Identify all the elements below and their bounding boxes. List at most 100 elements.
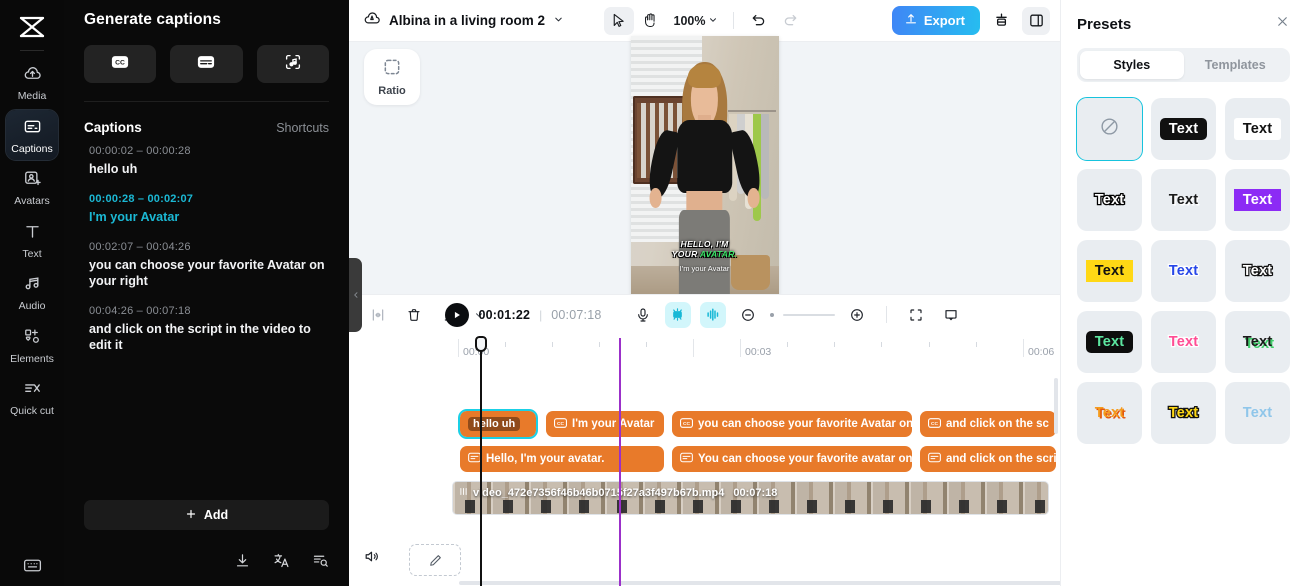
timeline-horizontal-scrollbar[interactable] xyxy=(459,581,1060,585)
play-button[interactable] xyxy=(445,302,470,327)
sidebar-item-quick-cut[interactable]: Quick cut xyxy=(6,372,58,423)
split-clip-button[interactable] xyxy=(365,302,391,328)
shortcuts-link[interactable]: Shortcuts xyxy=(276,121,329,135)
timeline-playhead[interactable] xyxy=(475,336,487,586)
list-item[interactable]: 00:04:26 – 00:07:18 and click on the scr… xyxy=(84,305,329,353)
preset-style-orange-gradient[interactable]: Text xyxy=(1077,382,1142,444)
caption-text[interactable]: and click on the script in the video to … xyxy=(89,321,329,353)
timeline-script-clip[interactable]: Hello, I'm your avatar. xyxy=(460,446,664,472)
preset-style-purple-box[interactable]: Text xyxy=(1225,169,1290,231)
preview-mode-button[interactable] xyxy=(938,302,964,328)
timeline-caption-clip[interactable]: CC I'm your Avatar xyxy=(546,411,664,437)
sidebar-item-elements[interactable]: Elements xyxy=(6,320,58,371)
list-item[interactable]: 00:02:07 – 00:04:26 you can choose your … xyxy=(84,241,329,289)
caption-text[interactable]: I'm your Avatar xyxy=(89,209,329,225)
toolbar-divider xyxy=(885,306,887,323)
speaker-icon[interactable] xyxy=(363,548,380,570)
undo-button[interactable] xyxy=(743,7,773,35)
list-item[interactable]: 00:00:02 – 00:00:28 hello uh xyxy=(84,145,329,177)
presets-tabs: Styles Templates xyxy=(1077,48,1290,82)
preset-style-green-on-black[interactable]: Text xyxy=(1077,311,1142,373)
timeline-vertical-scrollbar[interactable] xyxy=(1054,378,1058,434)
zoom-level-selector[interactable]: 100% xyxy=(668,14,725,28)
presets-panel: Presets Styles Templates Text Text Text … xyxy=(1060,0,1306,586)
timeline-caption-clip[interactable]: CC you can choose your favorite Avatar o… xyxy=(672,411,912,437)
preview-hair-front xyxy=(687,64,722,89)
subtitle-lines-icon xyxy=(197,55,215,74)
select-tool[interactable] xyxy=(603,6,634,35)
preset-style-black-box[interactable]: Text xyxy=(1151,98,1216,160)
timeline-video-clip[interactable]: video_472e7356f46b46b0715f27a3f497b67b.m… xyxy=(452,481,1049,515)
zoom-out-button[interactable] xyxy=(735,302,761,328)
export-button[interactable]: Export xyxy=(891,6,980,35)
tab-templates[interactable]: Templates xyxy=(1184,51,1288,79)
zoom-in-button[interactable] xyxy=(844,302,870,328)
preset-style-blue-outline[interactable]: Text xyxy=(1151,240,1216,302)
lyrics-captions-button[interactable] xyxy=(256,45,329,83)
sidebar-item-audio[interactable]: Audio xyxy=(6,267,58,318)
voiceover-button[interactable] xyxy=(630,302,656,328)
svg-text:CC: CC xyxy=(931,421,939,427)
preset-style-white-box[interactable]: Text xyxy=(1225,98,1290,160)
zoom-slider[interactable] xyxy=(782,313,835,316)
hand-tool[interactable] xyxy=(636,7,666,35)
video-editor-app: Media Captions Avatars Text Audio Elemen… xyxy=(0,0,1306,586)
chevron-down-icon xyxy=(708,14,718,28)
timeline-caption-clip[interactable]: hello uh xyxy=(458,409,538,439)
preset-style-none[interactable] xyxy=(1076,97,1143,161)
timeline-marker[interactable] xyxy=(619,338,621,586)
audio-waveform-button[interactable] xyxy=(699,301,726,328)
right-panel-icon[interactable] xyxy=(1022,6,1050,35)
sidebar-item-text[interactable]: Text xyxy=(6,215,58,266)
auto-cut-button[interactable] xyxy=(664,301,691,328)
add-caption-button[interactable]: Add xyxy=(84,500,329,530)
preset-style-plain-dark[interactable]: Text xyxy=(1151,169,1216,231)
preset-style-yellow-box[interactable]: Text xyxy=(1077,240,1142,302)
timeline-script-clip[interactable]: and click on the scri xyxy=(920,446,1056,472)
timeline-script-clip[interactable]: You can choose your favorite avatar on xyxy=(672,446,912,472)
edit-clip-button[interactable] xyxy=(409,544,461,576)
tab-styles[interactable]: Styles xyxy=(1080,51,1184,79)
sidebar-item-avatars[interactable]: Avatars xyxy=(6,162,58,213)
script-icon xyxy=(928,452,941,466)
project-selector[interactable]: Albina in a living room 2 xyxy=(363,9,564,32)
video-preview[interactable]: HELLO, I'M YOUR AVATAR. I'm your Avatar xyxy=(630,35,779,301)
preview-pants xyxy=(678,210,731,301)
left-rail: Media Captions Avatars Text Audio Elemen… xyxy=(0,0,64,586)
sidebar-item-label: Avatars xyxy=(14,195,50,207)
sidebar-item-captions[interactable]: Captions xyxy=(5,108,59,161)
layers-stack-icon[interactable] xyxy=(987,7,1015,35)
redo-button[interactable] xyxy=(775,7,805,35)
cc-icon: CC xyxy=(554,417,567,431)
preset-style-green-shadow[interactable]: Text xyxy=(1225,311,1290,373)
fit-timeline-button[interactable] xyxy=(903,302,929,328)
zoom-slider-handle[interactable] xyxy=(769,312,774,317)
find-replace-icon[interactable] xyxy=(312,552,329,574)
download-icon[interactable] xyxy=(234,552,251,574)
sidebar-item-media[interactable]: Media xyxy=(6,57,58,108)
project-cloud-icon xyxy=(363,9,381,32)
preset-style-yellow-black-outline[interactable]: Text xyxy=(1151,382,1216,444)
panel-footer xyxy=(234,552,329,574)
cc-icon: CC xyxy=(928,417,941,431)
timeline-ruler[interactable]: 00:00 00:03 00:06 xyxy=(349,334,1060,366)
preset-label: Text xyxy=(1168,192,1199,208)
translate-icon[interactable] xyxy=(273,552,290,574)
close-icon[interactable] xyxy=(1275,14,1290,34)
preset-style-white-black-outline[interactable]: Text xyxy=(1225,240,1290,302)
auto-captions-button[interactable]: CC xyxy=(84,45,157,83)
list-item[interactable]: 00:00:28 – 00:02:07 I'm your Avatar xyxy=(84,193,329,225)
preset-style-black-outline[interactable]: Text xyxy=(1077,169,1142,231)
playhead-knob[interactable] xyxy=(475,336,487,352)
caption-text[interactable]: you can choose your favorite Avatar on y… xyxy=(89,257,329,289)
timeline-caption-clip[interactable]: CC and click on the sc xyxy=(920,411,1056,437)
preset-label: Text xyxy=(1094,405,1125,421)
caption-text[interactable]: hello uh xyxy=(89,161,329,177)
timeline[interactable]: 00:00 00:03 00:06 hello uh CC I'm your A… xyxy=(349,334,1060,586)
capcut-logo-icon[interactable] xyxy=(12,8,52,48)
preset-style-light-blue[interactable]: Text xyxy=(1225,382,1290,444)
preset-style-pink-outline[interactable]: Text xyxy=(1151,311,1216,373)
collapse-panel-handle[interactable] xyxy=(349,258,362,332)
keyboard-shortcuts-icon[interactable] xyxy=(0,555,64,576)
manual-captions-button[interactable] xyxy=(170,45,243,83)
